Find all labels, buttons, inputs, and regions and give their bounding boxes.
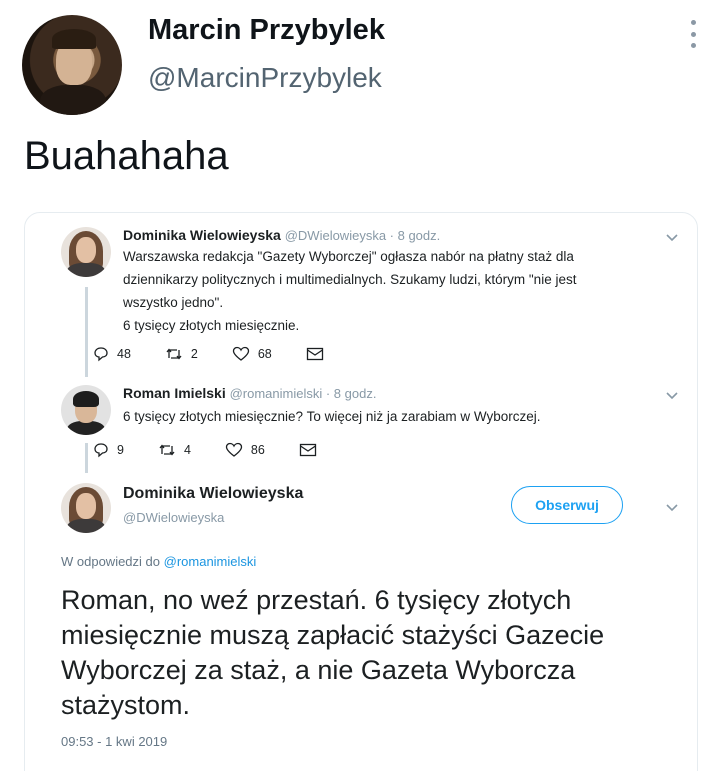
tweet-body: Warszawska redakcja "Gazety Wyborczej" o… — [123, 249, 577, 333]
retweet-button[interactable]: 4 — [158, 442, 191, 458]
tweet-author: Dominika Wielowieyska @DWielowieyska · 8… — [123, 227, 441, 243]
chevron-down-icon — [666, 392, 678, 400]
thread-line — [85, 287, 88, 377]
follow-button[interactable]: Obserwuj — [511, 486, 623, 524]
mail-icon — [306, 347, 323, 361]
avatar[interactable] — [22, 15, 122, 115]
tweet-meta: @DWielowieyska · 8 godz. — [284, 228, 441, 243]
tweet-body: 6 tysięcy złotych miesięcznie? To więcej… — [123, 409, 541, 424]
like-button[interactable]: 68 — [232, 346, 272, 362]
thread-line — [85, 443, 88, 473]
tweet-author: Roman Imielski @romanimielski · 8 godz. — [123, 385, 377, 401]
tweet-author: Dominika Wielowieyska — [123, 485, 304, 502]
heart-icon — [225, 442, 243, 457]
retweet-button[interactable]: 2 — [165, 346, 198, 362]
reply-button[interactable]: 48 — [93, 346, 131, 362]
retweet-icon — [159, 444, 175, 456]
avatar — [61, 385, 111, 435]
reply-handle-link[interactable]: @romanimielski — [164, 554, 257, 569]
avatar — [61, 227, 111, 277]
message-button[interactable] — [306, 346, 332, 362]
embedded-tweet-image[interactable]: Dominika Wielowieyska @DWielowieyska · 8… — [24, 212, 698, 771]
reply-context: W odpowiedzi do @romanimielski — [61, 554, 257, 569]
tweet-actions: 48 2 68 — [93, 346, 332, 362]
heart-icon — [232, 346, 250, 361]
author-name[interactable]: Marcin Przybylek — [148, 14, 385, 47]
like-button[interactable]: 86 — [225, 442, 265, 458]
retweet-icon — [166, 348, 182, 360]
message-button[interactable] — [299, 442, 325, 458]
tweet-actions: 9 4 86 — [93, 442, 325, 458]
reply-button[interactable]: 9 — [93, 442, 124, 458]
reply-icon — [94, 443, 108, 458]
outer-tweet-header: Marcin Przybylek @MarcinPrzybylek — [22, 10, 702, 115]
focused-tweet-text: Roman, no weź przestań. 6 tysięcy złotyc… — [61, 585, 605, 720]
more-options-icon[interactable] — [686, 20, 700, 48]
tweet-text: Buahahaha — [24, 134, 229, 178]
mail-icon — [299, 443, 316, 457]
tweet-timestamp[interactable]: 09:53 - 1 kwi 2019 — [61, 734, 167, 749]
tweet-handle: @DWielowieyska — [123, 510, 225, 525]
tweet-meta: @romanimielski · 8 godz. — [229, 386, 377, 401]
chevron-down-icon — [666, 504, 678, 512]
author-handle[interactable]: @MarcinPrzybylek — [148, 62, 382, 94]
avatar — [61, 483, 111, 533]
chevron-down-icon — [666, 234, 678, 242]
reply-icon — [94, 347, 108, 362]
